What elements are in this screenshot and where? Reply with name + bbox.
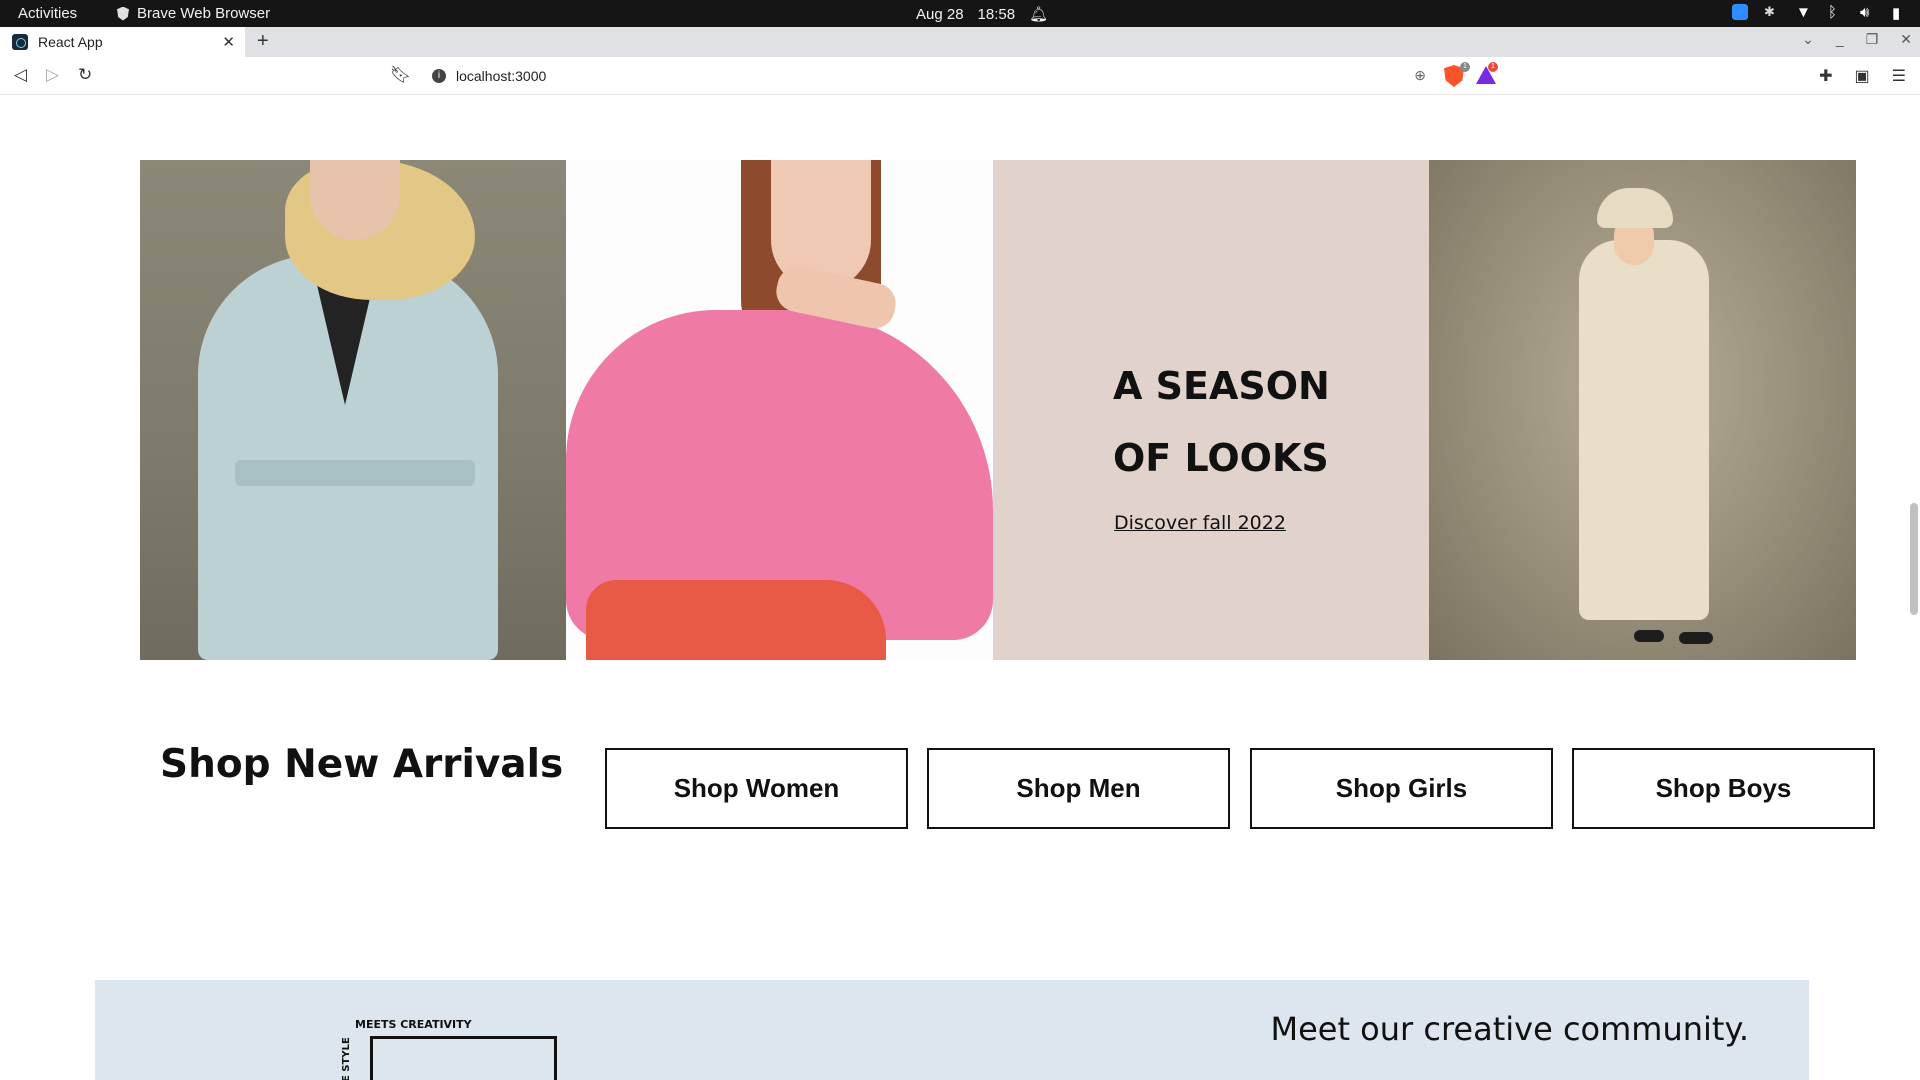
new-tab-button[interactable]: + bbox=[257, 30, 269, 53]
hero-image-pink-sweater bbox=[566, 160, 993, 660]
wifi-icon[interactable]: ▼ bbox=[1796, 4, 1812, 21]
promo-title: A SEASON OF LOOKS bbox=[1113, 364, 1330, 480]
tab-strip: React App ✕ + ⌄ _ ❐ ✕ bbox=[0, 27, 1920, 57]
section-title: Shop New Arrivals bbox=[160, 742, 564, 787]
date-label: Aug 28 bbox=[916, 5, 964, 23]
toolbar-actions: ✚ ▣ ☰ bbox=[1819, 66, 1906, 86]
minimize-icon[interactable]: _ bbox=[1836, 31, 1844, 48]
community-logo: MEETS CREATIVITY E STYLE bbox=[341, 1018, 557, 1080]
shop-boys-button[interactable]: Shop Boys bbox=[1572, 748, 1875, 829]
tab-react-app[interactable]: React App ✕ bbox=[0, 27, 245, 57]
tab-title: React App bbox=[38, 34, 103, 50]
logo-top-text: MEETS CREATIVITY bbox=[355, 1018, 472, 1031]
community-heading: Meet our creative community. bbox=[1270, 1010, 1749, 1048]
tab-search-icon[interactable]: ⌄ bbox=[1802, 31, 1814, 48]
activities-button[interactable]: Activities bbox=[18, 5, 77, 22]
shop-women-button[interactable]: Shop Women bbox=[605, 748, 908, 829]
logo-frame bbox=[370, 1036, 557, 1080]
os-top-bar: Activities Brave Web Browser Aug 28 18:5… bbox=[0, 0, 1920, 27]
react-favicon-icon bbox=[12, 34, 28, 50]
shop-men-button[interactable]: Shop Men bbox=[927, 748, 1230, 829]
zoom-app-icon[interactable] bbox=[1732, 4, 1748, 20]
skirt-shape bbox=[586, 580, 886, 660]
scrollbar-thumb[interactable] bbox=[1910, 503, 1918, 615]
hero-image-blue-coat bbox=[140, 160, 566, 660]
clock[interactable]: Aug 28 18:58 🔔︎ bbox=[916, 5, 1049, 24]
new-arrivals-section: Shop New Arrivals Shop Women Shop Men Sh… bbox=[160, 742, 1880, 832]
address-bar[interactable]: i localhost:3000 ⊕ 1 1 bbox=[420, 62, 1500, 90]
promo-panel: A SEASON OF LOOKS Discover fall 2022 bbox=[993, 160, 1429, 660]
site-info-icon[interactable]: i bbox=[432, 69, 446, 83]
belt-shape bbox=[235, 460, 475, 486]
close-tab-icon[interactable]: ✕ bbox=[222, 33, 235, 51]
restore-icon[interactable]: ❐ bbox=[1866, 31, 1879, 48]
app-menu[interactable]: Brave Web Browser bbox=[117, 5, 270, 22]
bell-icon: 🔔︎ bbox=[1029, 6, 1049, 23]
brave-lion-icon bbox=[117, 6, 129, 21]
community-section: MEETS CREATIVITY E STYLE Meet our creati… bbox=[95, 980, 1809, 1080]
bookmark-icon[interactable]: 🔖︎ bbox=[390, 65, 412, 85]
hero-image-cream-suit bbox=[1429, 160, 1856, 660]
url-text[interactable]: localhost:3000 bbox=[456, 68, 546, 84]
reload-icon[interactable]: ↻ bbox=[78, 65, 92, 85]
window-controls: ⌄ _ ❐ ✕ bbox=[1802, 31, 1912, 48]
zoom-icon[interactable]: ⊕ bbox=[1414, 67, 1426, 84]
browser-toolbar: ◁ ▷ ↻ 🔖︎ i localhost:3000 ⊕ 1 1 ✚ ▣ ☰ bbox=[0, 57, 1920, 95]
logo-side-text: E STYLE bbox=[341, 1037, 352, 1080]
shop-girls-button[interactable]: Shop Girls bbox=[1250, 748, 1553, 829]
battery-icon[interactable]: ▮ bbox=[1892, 4, 1908, 22]
hero-banner: A SEASON OF LOOKS Discover fall 2022 bbox=[140, 160, 1856, 660]
hamburger-menu-icon[interactable]: ☰ bbox=[1892, 66, 1906, 86]
back-arrow-icon[interactable]: ◁ bbox=[14, 65, 27, 85]
discover-link[interactable]: Discover fall 2022 bbox=[1114, 512, 1286, 534]
page-content: A SEASON OF LOOKS Discover fall 2022 Sho… bbox=[0, 96, 1908, 1080]
close-window-icon[interactable]: ✕ bbox=[1900, 31, 1912, 48]
hat-shape bbox=[1597, 188, 1673, 228]
forward-arrow-icon[interactable]: ▷ bbox=[46, 65, 59, 85]
system-tray[interactable]: ✱ ▼ ᛒ 🔊︎ ▮ bbox=[1732, 4, 1908, 22]
app-name-label: Brave Web Browser bbox=[137, 5, 271, 22]
puzzle-icon[interactable]: ✚ bbox=[1819, 66, 1832, 86]
suit-shape bbox=[1579, 240, 1709, 620]
slack-icon[interactable]: ✱ bbox=[1764, 4, 1780, 20]
rewards-count-badge: 1 bbox=[1488, 62, 1498, 72]
shoe-shape bbox=[1634, 630, 1664, 642]
volume-icon[interactable]: 🔊︎ bbox=[1860, 4, 1876, 21]
time-label: 18:58 bbox=[977, 5, 1016, 23]
shoe-shape bbox=[1679, 632, 1713, 644]
wallet-icon[interactable]: ▣ bbox=[1855, 66, 1870, 86]
bluetooth-icon[interactable]: ᛒ bbox=[1828, 4, 1844, 21]
shield-count-badge: 1 bbox=[1460, 62, 1470, 72]
